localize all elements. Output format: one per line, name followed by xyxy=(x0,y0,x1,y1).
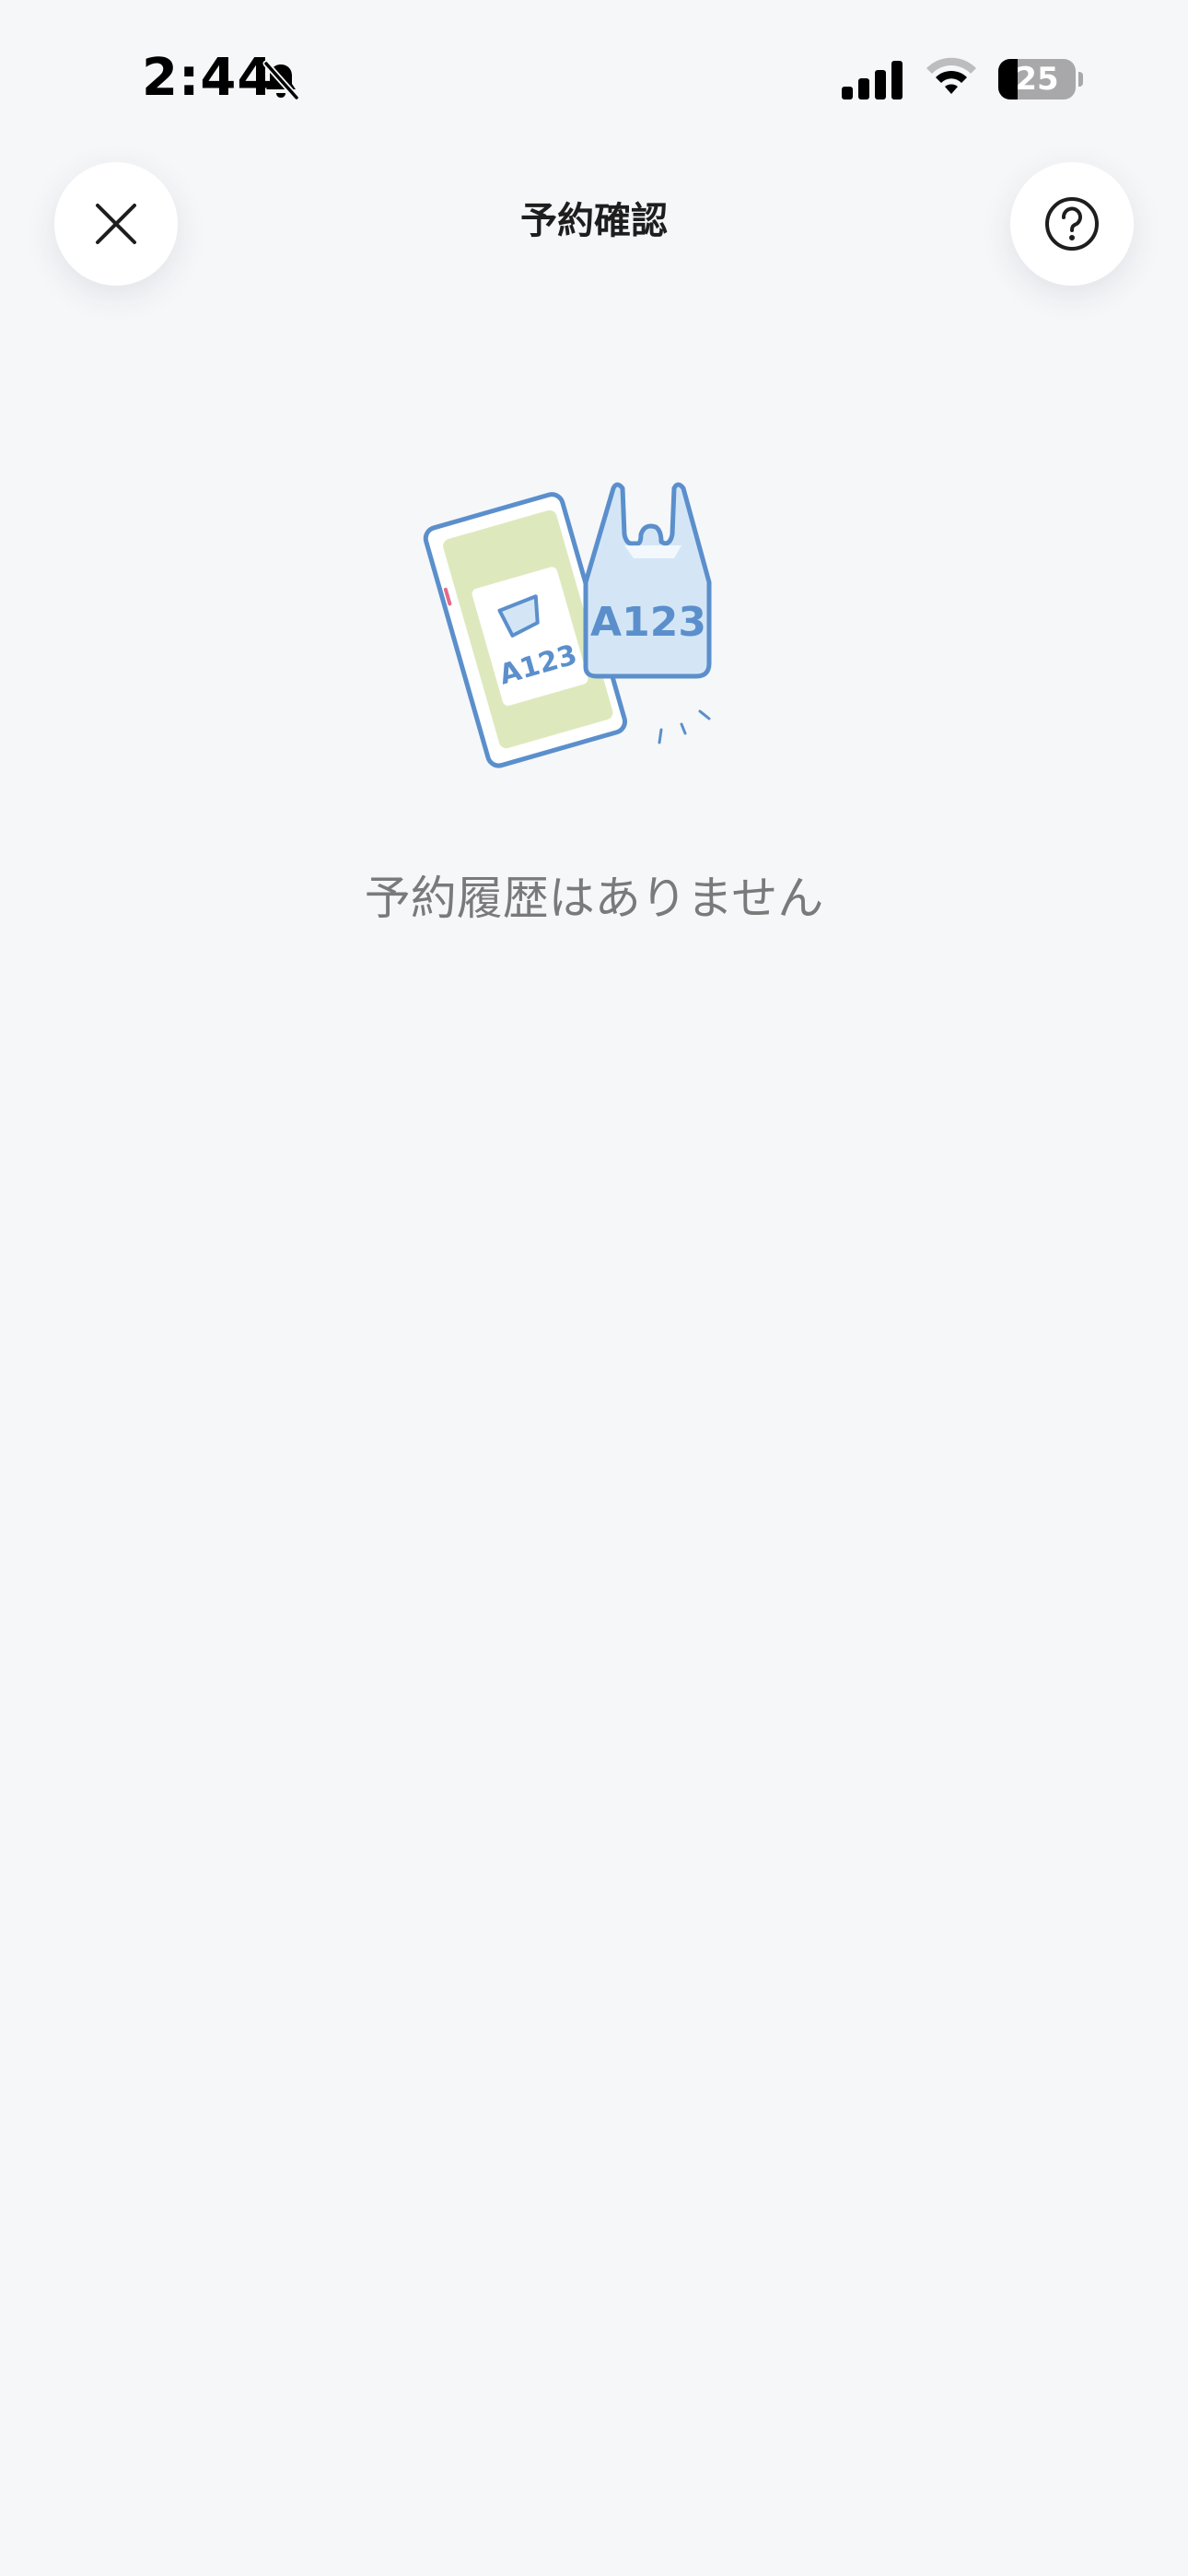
question-circle-icon xyxy=(1045,197,1099,251)
cellular-signal-icon xyxy=(842,61,903,100)
bell-slash-icon xyxy=(262,60,300,101)
battery-tip xyxy=(1078,72,1083,87)
status-bar: 2:44 25 xyxy=(0,0,1188,157)
battery-indicator: 25 xyxy=(998,59,1083,100)
battery-body: 25 xyxy=(998,59,1076,100)
empty-reservation-illustration: A123 A123 xyxy=(423,482,712,768)
help-button[interactable] xyxy=(1010,162,1134,286)
battery-level: 25 xyxy=(1015,61,1059,98)
reservation-screen: 2:44 25 予約確認 A123 A123 予約履歴はありません xyxy=(0,0,1188,2576)
wifi-icon xyxy=(926,57,976,94)
bag-code: A123 xyxy=(590,599,706,646)
empty-state-message: 予約履歴はありません xyxy=(364,872,824,925)
status-time: 2:44 xyxy=(142,48,274,108)
